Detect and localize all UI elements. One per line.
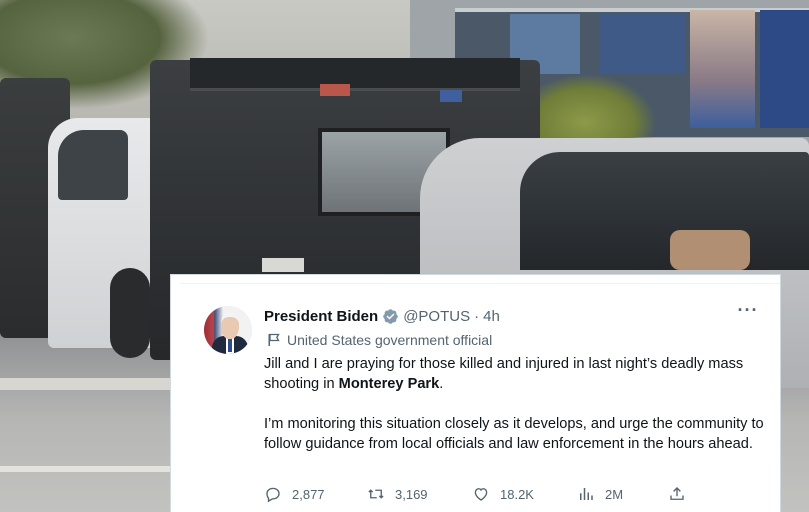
- share-icon: [670, 487, 684, 500]
- location-mention: Monterey Park: [338, 376, 440, 392]
- account-label-text: United States government official: [287, 332, 493, 348]
- like-count: 18.2K: [500, 486, 534, 502]
- tweet-header: President Biden @POTUS · 4h: [264, 306, 500, 326]
- author-handle[interactable]: @POTUS: [403, 308, 470, 325]
- poster: [760, 10, 809, 128]
- truck-light-red: [320, 84, 350, 96]
- more-icon[interactable]: ···: [736, 301, 760, 322]
- author-name[interactable]: President Biden: [264, 308, 378, 325]
- tweet-actions: 2,877 3,169 18.2K 2M: [264, 485, 684, 507]
- verified-badge-icon: [383, 308, 398, 324]
- poster: [690, 10, 755, 128]
- reply-count: 2,877: [292, 486, 325, 502]
- separator-dot: ·: [474, 307, 480, 325]
- like-button[interactable]: 18.2K: [472, 485, 534, 503]
- license-plate: [262, 258, 304, 272]
- suv-seat: [670, 230, 750, 270]
- tweet-paragraph-2: I’m monitoring this situation closely as…: [264, 416, 764, 452]
- share-button[interactable]: [668, 485, 696, 503]
- poster: [600, 14, 685, 74]
- views-button[interactable]: 2M: [577, 485, 623, 503]
- views-icon: [580, 488, 593, 500]
- tweet-timestamp[interactable]: 4h: [483, 308, 500, 325]
- van-wheel: [110, 268, 150, 358]
- reply-button[interactable]: 2,877: [264, 485, 325, 503]
- account-label: United States government official: [267, 330, 492, 350]
- van-window: [58, 130, 128, 200]
- views-count: 2M: [605, 486, 624, 502]
- like-icon: [474, 488, 488, 501]
- retweet-icon: [368, 489, 384, 499]
- suv-window: [520, 152, 809, 270]
- retweet-button[interactable]: 3,169: [367, 485, 428, 503]
- truck-light-blue: [440, 90, 462, 102]
- flag-icon: [268, 333, 280, 346]
- avatar[interactable]: [204, 306, 252, 354]
- lane-marking: [0, 466, 170, 472]
- truck-roof-rack: [190, 58, 520, 91]
- retweet-count: 3,169: [395, 486, 428, 502]
- reply-icon: [266, 487, 280, 503]
- tweet-card[interactable]: President Biden @POTUS · 4h ··· United S…: [170, 274, 781, 512]
- tweet-paragraph-1: Jill and I are praying for those killed …: [264, 356, 744, 392]
- tweet-text: Jill and I are praying for those killed …: [264, 354, 764, 454]
- tweet-inner: President Biden @POTUS · 4h ··· United S…: [179, 283, 780, 512]
